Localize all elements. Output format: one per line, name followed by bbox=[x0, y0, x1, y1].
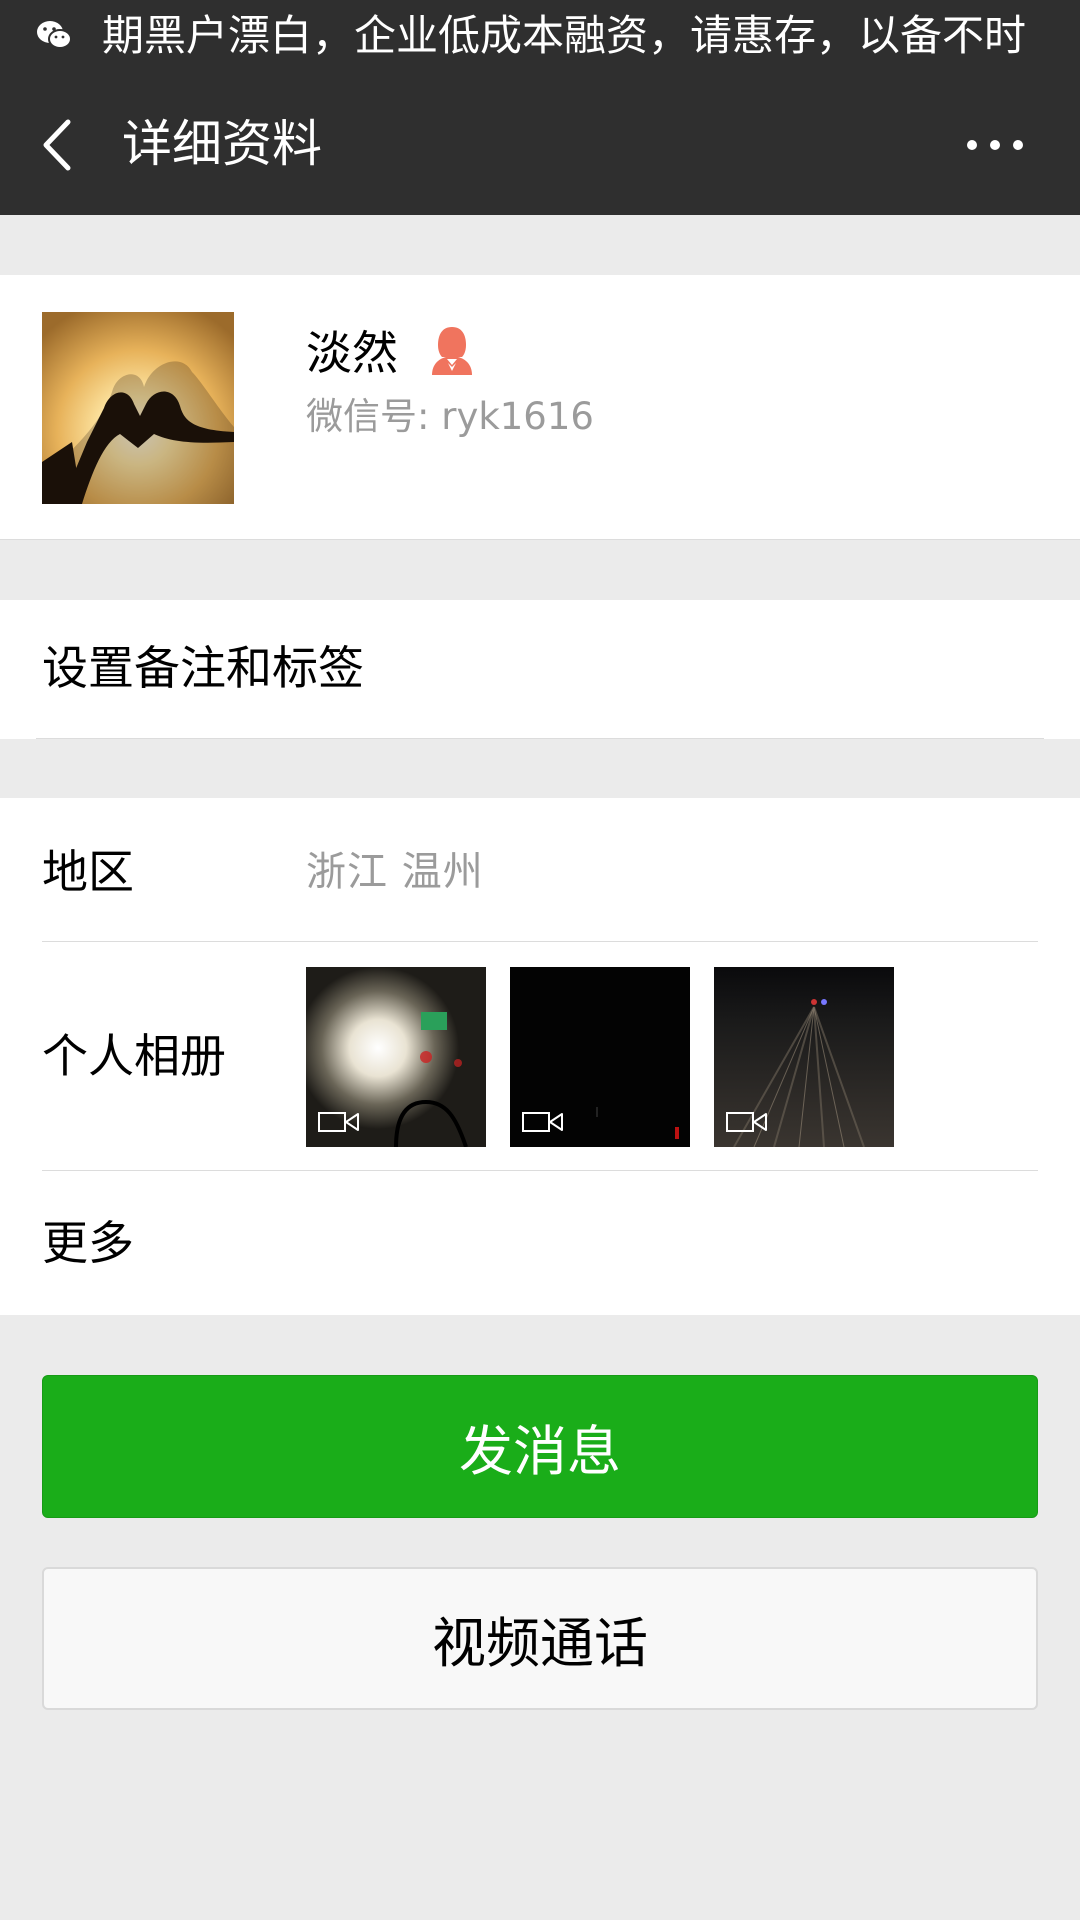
profile-screen: 期黑户漂白，企业低成本融资，请惠存，以备不时 详细资料 淡然 微信号: ryk1… bbox=[0, 0, 1080, 1920]
more-row[interactable]: 更多 bbox=[0, 1171, 1080, 1315]
video-camera-icon bbox=[318, 1112, 359, 1132]
set-remark-row[interactable]: 设置备注和标签 bbox=[0, 600, 1080, 739]
profile-card: 淡然 微信号: ryk1616 bbox=[0, 275, 1080, 540]
avatar-image bbox=[42, 312, 234, 504]
page-title: 详细资料 bbox=[122, 115, 322, 173]
ticker-text: 期黑户漂白，企业低成本融资，请惠存，以备不时 bbox=[102, 11, 1027, 60]
back-button[interactable] bbox=[30, 110, 90, 180]
region-value: 浙江 温州 bbox=[306, 849, 484, 895]
divider bbox=[36, 738, 1044, 739]
divider bbox=[42, 941, 1038, 942]
info-section: 地区 浙江 温州 个人相册 更多 bbox=[0, 798, 1080, 1315]
profile-name: 淡然 bbox=[306, 326, 398, 380]
female-user-icon bbox=[432, 327, 472, 375]
more-horizontal-icon bbox=[967, 140, 1023, 150]
chevron-left-icon bbox=[43, 119, 71, 171]
region-label: 地区 bbox=[42, 845, 134, 899]
video-call-button[interactable]: 视频通话 bbox=[42, 1567, 1038, 1710]
more-label: 更多 bbox=[42, 1216, 134, 1270]
notification-ticker[interactable]: 期黑户漂白，企业低成本融资，请惠存，以备不时 bbox=[0, 0, 1080, 75]
album-thumbnail[interactable] bbox=[714, 967, 894, 1147]
wechat-icon bbox=[37, 21, 72, 49]
top-header: 期黑户漂白，企业低成本融资，请惠存，以备不时 详细资料 bbox=[0, 0, 1080, 215]
more-button[interactable] bbox=[955, 115, 1035, 175]
remark-label: 设置备注和标签 bbox=[42, 641, 364, 695]
video-camera-icon bbox=[522, 1112, 563, 1132]
album-thumbnail[interactable] bbox=[306, 967, 486, 1147]
send-message-button[interactable]: 发消息 bbox=[42, 1375, 1038, 1518]
video-camera-icon bbox=[726, 1112, 767, 1132]
wechat-id: 微信号: ryk1616 bbox=[306, 395, 594, 438]
avatar[interactable] bbox=[42, 312, 234, 504]
album-thumbnail[interactable] bbox=[510, 967, 690, 1147]
album-label: 个人相册 bbox=[42, 1029, 226, 1083]
